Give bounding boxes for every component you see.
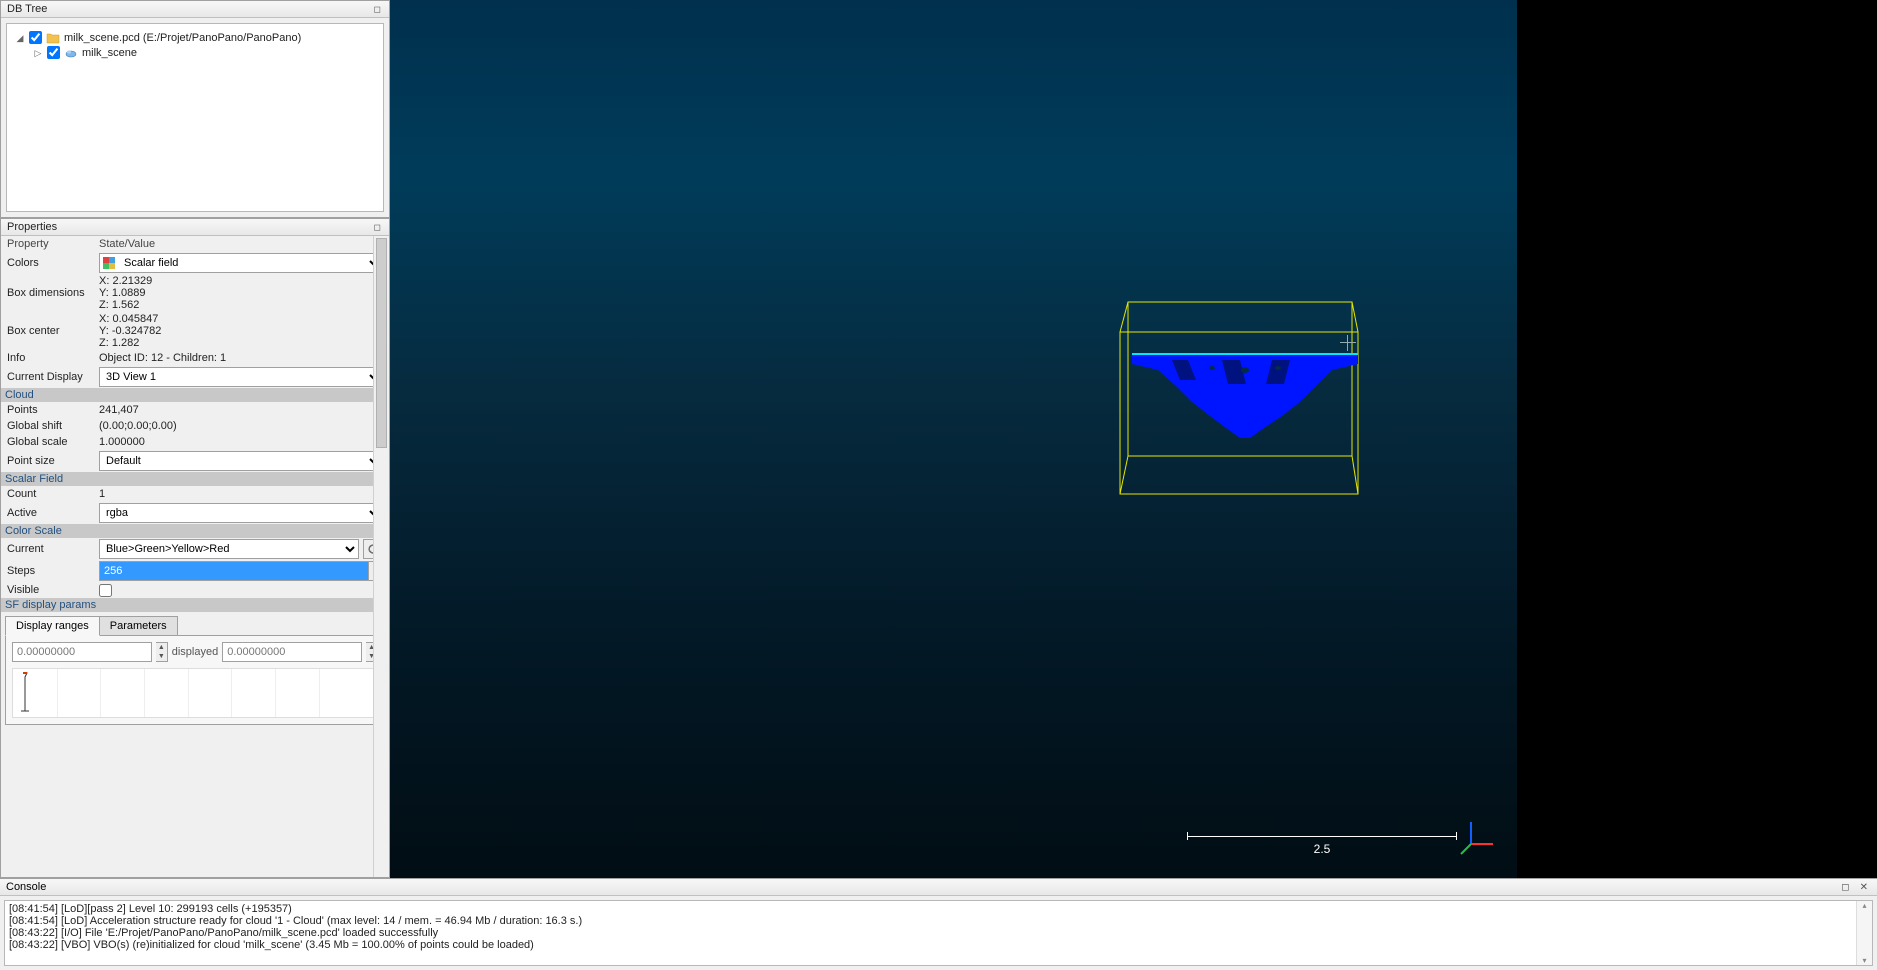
colors-label: Colors (7, 257, 99, 269)
tree-collapse-icon[interactable]: ◢ (15, 33, 25, 43)
tree-label-root: milk_scene.pcd (E:/Projet/PanoPano/PanoP… (64, 32, 301, 44)
point-cloud (1132, 350, 1358, 440)
visible-checkbox[interactable] (99, 584, 112, 597)
3d-viewport[interactable]: 2.5 (390, 0, 1517, 878)
axis-gizmo[interactable] (1459, 816, 1499, 856)
visible-label: Visible (7, 584, 99, 596)
global-scale-label: Global scale (7, 436, 99, 448)
range-displayed-label: displayed (172, 646, 218, 658)
count-label: Count (7, 488, 99, 500)
properties-title: Properties (7, 221, 57, 233)
console-header: Console ◻ ✕ (0, 879, 1877, 896)
range-max-input[interactable] (222, 642, 362, 662)
console-close-button[interactable]: ✕ (1857, 882, 1871, 893)
points-value: 241,407 (99, 404, 383, 416)
db-tree-dock-button[interactable]: ◻ (372, 4, 383, 15)
current-display-label: Current Display (7, 371, 99, 383)
console-title: Console (6, 881, 46, 893)
current-display-select[interactable]: 3D View 1 (99, 367, 383, 387)
range-min-spinner[interactable]: ▲▼ (156, 642, 168, 662)
global-shift-value: (0.00;0.00;0.00) (99, 420, 383, 432)
global-scale-value: 1.000000 (99, 436, 383, 448)
colorscale-select[interactable]: Blue>Green>Yellow>Red (99, 539, 359, 559)
console-body[interactable]: [08:41:54] [LoD][pass 2] Level 10: 29919… (4, 900, 1873, 966)
properties-body: Property State/Value Colors Scalar field… (1, 236, 389, 877)
properties-column-headers: Property State/Value (1, 236, 389, 252)
cloud-icon (64, 47, 78, 59)
info-value: Object ID: 12 - Children: 1 (99, 352, 383, 364)
steps-input[interactable] (99, 561, 369, 581)
point-size-label: Point size (7, 455, 99, 467)
tree-label-child: milk_scene (82, 47, 137, 59)
current-colorscale-label: Current (7, 543, 99, 555)
section-sf-display: SF display params (1, 598, 389, 612)
db-tree-header: DB Tree ◻ (1, 1, 389, 18)
sf-display-tabs: Display ranges Parameters (5, 616, 385, 636)
section-cloud: Cloud (1, 388, 389, 402)
global-shift-label: Global shift (7, 420, 99, 432)
active-select[interactable]: rgba (99, 503, 383, 523)
active-label: Active (7, 507, 99, 519)
box-dimensions-value: X: 2.21329 Y: 1.0889 Z: 1.562 (99, 275, 383, 311)
tree-checkbox-child[interactable] (47, 46, 60, 59)
tab-display-ranges[interactable]: Display ranges (5, 616, 100, 636)
count-value: 1 (99, 488, 383, 500)
empty-area (1517, 0, 1877, 878)
colors-select[interactable]: Scalar field (99, 253, 383, 273)
properties-dock-button[interactable]: ◻ (372, 222, 383, 233)
properties-scrollbar[interactable] (373, 236, 389, 877)
tab-content: ▲▼ displayed ▲▼ (5, 635, 385, 725)
console-line: [08:41:54] [LoD] Acceleration structure … (9, 915, 1868, 927)
point-size-select[interactable]: Default (99, 451, 383, 471)
points-label: Points (7, 404, 99, 416)
folder-icon (46, 32, 60, 44)
tree-item-root[interactable]: ◢ milk_scene.pcd (E:/Projet/PanoPano/Pan… (11, 30, 379, 45)
db-tree-title: DB Tree (7, 3, 47, 15)
db-tree-panel: DB Tree ◻ ◢ milk_scene.pcd (E:/Projet/Pa… (0, 0, 390, 218)
section-color-scale: Color Scale (1, 524, 389, 538)
console-line: [08:41:54] [LoD][pass 2] Level 10: 29919… (9, 903, 1868, 915)
box-center-value: X: 0.045847 Y: -0.324782 Z: 1.282 (99, 313, 383, 349)
console-scrollbar[interactable]: ▴▾ (1856, 901, 1872, 965)
info-label: Info (7, 352, 99, 364)
crosshair-icon (1340, 335, 1356, 351)
steps-label: Steps (7, 565, 99, 577)
histogram[interactable] (12, 668, 378, 718)
tree-item-child[interactable]: ▷ milk_scene (11, 45, 379, 60)
console-panel: Console ◻ ✕ [08:41:54] [LoD][pass 2] Lev… (0, 878, 1877, 970)
box-center-label: Box center (7, 313, 99, 337)
console-line: [08:43:22] [VBO] VBO(s) (re)initialized … (9, 939, 1868, 951)
console-dock-button[interactable]: ◻ (1838, 882, 1852, 893)
properties-panel: Properties ◻ Property State/Value Colors… (0, 218, 390, 878)
scale-bar: 2.5 (1187, 836, 1457, 850)
console-line: [08:43:22] [I/O] File 'E:/Projet/PanoPan… (9, 927, 1868, 939)
tab-parameters[interactable]: Parameters (99, 616, 178, 636)
box-dimensions-label: Box dimensions (7, 275, 99, 299)
tree-expand-icon[interactable]: ▷ (33, 48, 43, 58)
db-tree-body[interactable]: ◢ milk_scene.pcd (E:/Projet/PanoPano/Pan… (6, 23, 384, 212)
section-scalar-field: Scalar Field (1, 472, 389, 486)
properties-header: Properties ◻ (1, 219, 389, 236)
tree-checkbox-root[interactable] (29, 31, 42, 44)
range-min-input[interactable] (12, 642, 152, 662)
scale-value: 2.5 (1187, 836, 1457, 856)
